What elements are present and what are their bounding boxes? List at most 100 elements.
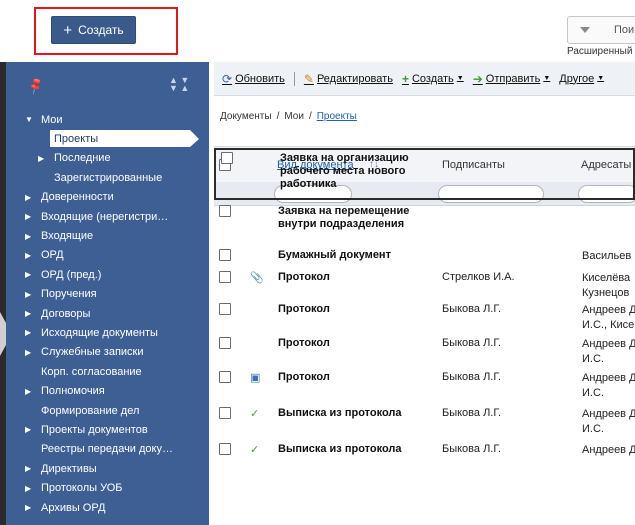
other-button[interactable]: Другое ▼ <box>559 73 604 85</box>
breadcrumb-current[interactable]: Проекты <box>317 111 357 122</box>
row-doctype: Заявка на перемещение внутри подразделен… <box>278 205 410 230</box>
sidebar-item-label: Последние <box>54 152 111 165</box>
send-label: Отправить <box>485 72 541 85</box>
sidebar-item-label: Проекты документов <box>41 423 148 436</box>
sidebar-item[interactable]: ▶ Входящие <box>6 226 209 245</box>
chevron-right-icon[interactable]: ▶ <box>25 251 33 260</box>
row-addressees: Киселёва Кузнецов <box>582 272 631 299</box>
row-checkbox[interactable] <box>219 303 231 315</box>
sidebar-item[interactable]: ▶ Полномочия <box>6 381 209 400</box>
sidebar-item[interactable]: ▶ Протоколы УОБ <box>6 478 209 497</box>
row-checkbox[interactable] <box>219 205 231 217</box>
table-row[interactable]: Бумажный документ Васильев <box>214 246 635 262</box>
sidebar-item[interactable]: ▶ Директивы <box>6 459 209 478</box>
chevron-right-icon[interactable]: ▶ <box>25 484 33 493</box>
row-signer: Быкова Л.Г. <box>442 337 502 349</box>
pin-icon[interactable]: 📌 <box>26 76 46 96</box>
row-checkbox[interactable] <box>219 249 231 261</box>
row-checkbox[interactable] <box>219 337 231 349</box>
sidebar-item-label: Входящие (нерегистри… <box>41 210 169 223</box>
sidebar-item-label: Мои <box>41 113 63 126</box>
sidebar-item[interactable]: ▶ Поручения <box>6 285 209 304</box>
sidebar-item[interactable]: ▶ ОРД (пред.) <box>6 265 209 284</box>
table-row[interactable]: ✓ Выписка из протокола Быкова Л.Г. Андреев … <box>214 440 635 476</box>
sidebar-header: 📌 ▲ ▼ ▼ ▲ <box>6 62 209 108</box>
breadcrumb-root[interactable]: Документы <box>220 111 272 122</box>
table-row[interactable]: Протокол Быкова Л.Г. Андреев Д И.С., Кисе <box>214 300 635 334</box>
send-button[interactable]: ➔ Отправить ▼ <box>473 72 551 86</box>
edit-button[interactable]: ✎ Редактировать <box>304 72 393 86</box>
sidebar: 📌 ▲ ▼ ▼ ▲ ▼ Мои Проекты ▶ Последние Зарегистри… <box>6 62 209 525</box>
sidebar-item-label: Реестры передачи доку… <box>41 443 173 456</box>
sidebar-item[interactable]: ▶ ОРД <box>6 246 209 265</box>
sidebar-item[interactable]: ▶ Последние <box>6 149 209 168</box>
row-checkbox[interactable] <box>221 152 233 164</box>
plus-icon: + <box>401 71 409 86</box>
breadcrumb-mine[interactable]: Мои <box>284 111 304 122</box>
table-row[interactable]: ▣ Протокол Быкова Л.Г. Андреев Д И.С. <box>214 368 635 404</box>
row-doctype: Выписка из протокола <box>278 407 402 419</box>
chevron-right-icon[interactable]: ▶ <box>25 425 33 434</box>
sidebar-item[interactable]: ▶ Входящие (нерегистри… <box>6 207 209 226</box>
sidebar-item-label: Договоры <box>41 307 91 320</box>
documents-grid: Вид документа ↑↓ Подписанты Адресаты Зая… <box>214 146 635 456</box>
sidebar-item[interactable]: ▶ Служебные записки <box>6 343 209 362</box>
table-row[interactable]: 📎 Протокол Стрелков И.А. Киселёва Кузнецов <box>214 268 635 300</box>
chevron-right-icon[interactable]: ▶ <box>25 232 33 241</box>
chevron-right-icon[interactable]: ▶ <box>25 212 33 221</box>
refresh-button[interactable]: ⟳ Обновить <box>222 72 285 86</box>
sidebar-item[interactable]: Реестры передачи доку… <box>6 440 209 459</box>
chevron-right-icon[interactable]: ▶ <box>25 387 33 396</box>
dropdown-arrow-icon <box>580 27 590 33</box>
chevron-right-icon[interactable]: ▶ <box>25 503 33 512</box>
plus-icon: + <box>63 21 73 39</box>
table-row[interactable]: ✓ Выписка из протокола Быкова Л.Г. Андреев … <box>214 404 635 440</box>
sidebar-item[interactable]: ▶ Доверенности <box>6 188 209 207</box>
sidebar-item[interactable]: Корп. согласование <box>6 362 209 381</box>
sidebar-item-label: Зарегистрированные <box>54 171 163 184</box>
row-checkbox[interactable] <box>219 371 231 383</box>
row-signer: Быкова Л.Г. <box>442 303 502 315</box>
search-dropdown[interactable]: Пои <box>567 16 635 44</box>
sidebar-item-label: Протоколы УОБ <box>41 482 123 495</box>
chevron-down-icon[interactable]: ▼ <box>25 115 33 124</box>
sidebar-item[interactable]: ▼ Мои <box>6 110 209 129</box>
sidebar-item-label: ОРД <box>41 249 64 262</box>
row-doctype: Протокол <box>278 303 330 315</box>
sidebar-item[interactable]: Зарегистрированные <box>6 168 209 187</box>
sidebar-item-label: Формирование дел <box>41 404 140 417</box>
chevron-right-icon[interactable]: ▶ <box>38 154 46 163</box>
check-icon: ✓ <box>250 444 260 456</box>
chevron-right-icon[interactable]: ▶ <box>25 290 33 299</box>
chevron-right-icon[interactable]: ▶ <box>25 309 33 318</box>
table-row[interactable]: Заявка на перемещение внутри подразделен… <box>214 202 635 246</box>
row-checkbox[interactable] <box>219 271 231 283</box>
image-icon: ▣ <box>250 372 261 384</box>
chevron-right-icon[interactable]: ▶ <box>25 348 33 357</box>
row-checkbox[interactable] <box>219 443 231 455</box>
table-row[interactable]: Протокол Быкова Л.Г. Андреев Д И.С. <box>214 334 635 368</box>
chevron-right-icon[interactable]: ▶ <box>25 193 33 202</box>
row-signer: Стрелков И.А. <box>442 271 515 283</box>
sidebar-item[interactable]: ▶ Договоры <box>6 304 209 323</box>
create-button[interactable]: + Создать <box>51 16 136 44</box>
expand-collapse-icon[interactable]: ▲ ▼ ▼ ▲ <box>169 76 193 93</box>
chevron-down-icon: ▼ <box>543 75 551 82</box>
chevron-right-icon[interactable]: ▶ <box>25 328 33 337</box>
sidebar-item-label: ОРД (пред.) <box>41 268 102 281</box>
sidebar-item[interactable]: ▶ Проекты документов <box>6 420 209 439</box>
chevron-right-icon[interactable]: ▶ <box>25 270 33 279</box>
row-checkbox[interactable] <box>219 407 231 419</box>
search-placeholder: Пои <box>614 24 635 36</box>
refresh-label: Обновить <box>235 72 285 85</box>
chevron-right-icon[interactable]: ▶ <box>25 464 33 473</box>
sidebar-item[interactable]: ▶ Исходящие документы <box>6 323 209 342</box>
sidebar-item[interactable]: ▶ Архивы ОРД <box>6 498 209 517</box>
sidebar-item[interactable]: Проекты <box>6 129 209 148</box>
row-doctype: Протокол <box>278 271 330 283</box>
table-row[interactable]: Заявка на организацию рабочего места нов… <box>214 148 635 200</box>
advanced-search-link[interactable]: Расширенный <box>567 46 632 57</box>
chevron-down-icon: ▼ <box>597 75 605 82</box>
sidebar-item[interactable]: Формирование дел <box>6 401 209 420</box>
toolbar-create-button[interactable]: + Создать ▼ <box>402 72 464 86</box>
